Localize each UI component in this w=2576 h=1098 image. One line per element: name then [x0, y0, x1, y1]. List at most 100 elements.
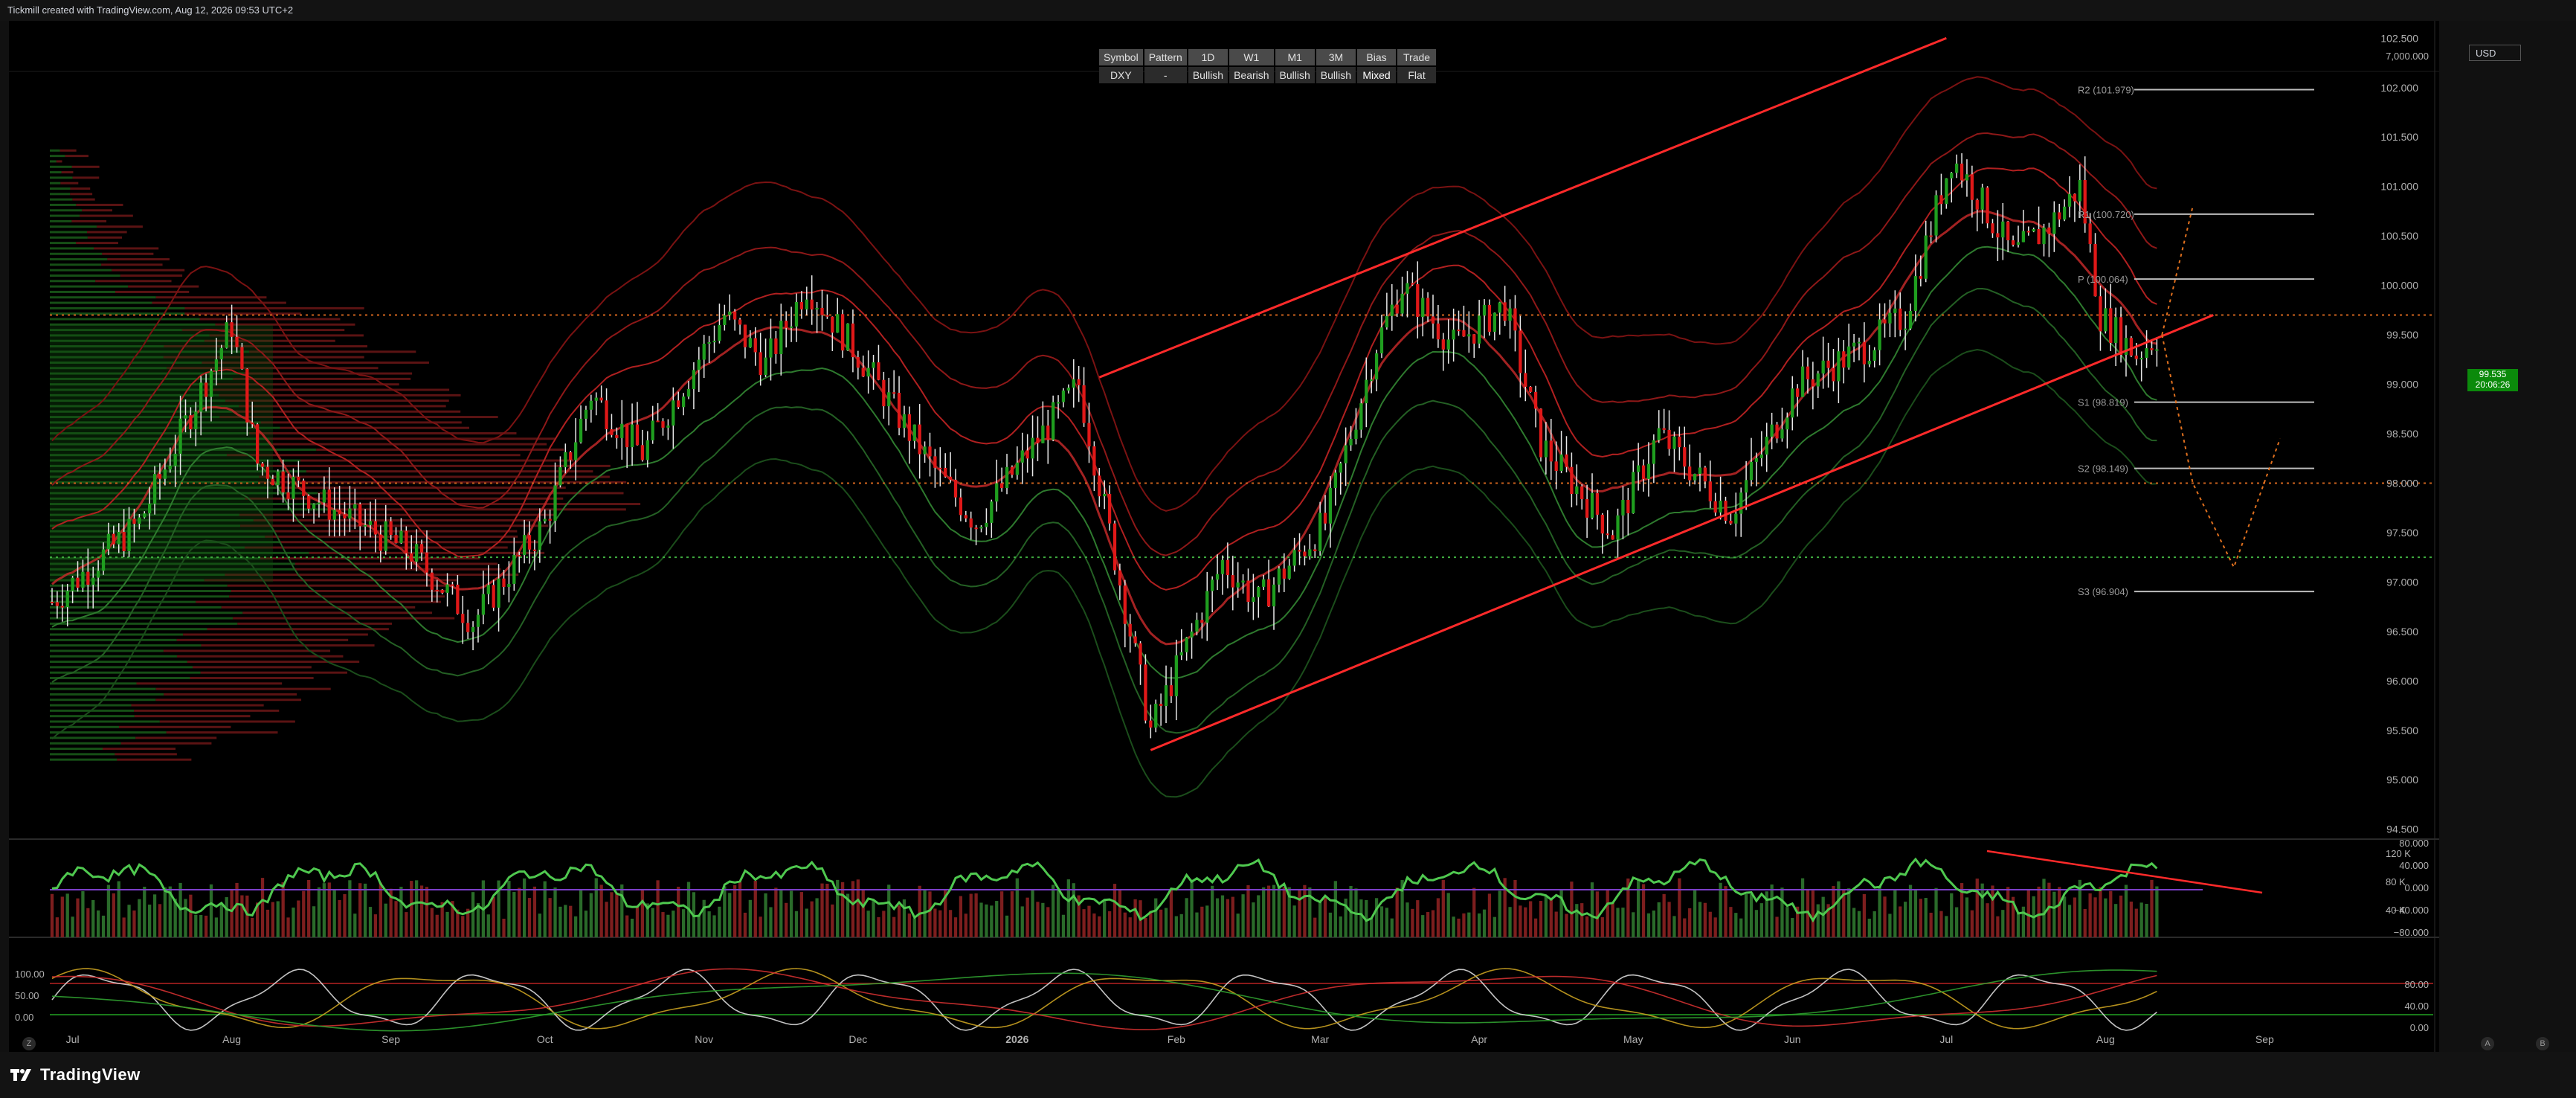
candle-body	[944, 467, 947, 477]
signal-table: Symbol Pattern 1D W1 M1 3M Bias Trade DXY - Bulli…	[1098, 48, 1437, 85]
volume-bar	[1950, 893, 1954, 937]
signal-table-cell: -	[1144, 67, 1187, 83]
volume-bar	[199, 915, 203, 937]
candle-body	[1082, 385, 1086, 423]
volume-bar	[1436, 898, 1440, 937]
candle-body	[138, 517, 141, 524]
volume-profile-bar-down	[200, 671, 347, 674]
candle-body	[1821, 360, 1825, 374]
candle-body	[65, 591, 69, 608]
volume-profile-bar-up	[50, 182, 61, 184]
volume-bar	[594, 878, 598, 937]
candle-body	[1965, 174, 1969, 181]
candle-body	[1950, 173, 1954, 179]
candle-body	[697, 359, 701, 370]
tradingview-logo[interactable]: TradingView	[10, 1065, 141, 1085]
candle-body	[1385, 315, 1389, 328]
candle-body	[1652, 440, 1655, 464]
candle-body	[1211, 580, 1214, 591]
candle-body	[1144, 664, 1147, 721]
volume-bar	[2042, 879, 2046, 937]
volume-bar	[1533, 918, 1538, 937]
volume-bar	[373, 914, 378, 937]
volume-bar	[1179, 914, 1183, 937]
volume-bar	[518, 887, 521, 937]
candle-body	[1477, 315, 1481, 344]
zoom-reset-button[interactable]: Z	[22, 1037, 36, 1050]
volume-bar	[1862, 893, 1867, 937]
candle-body	[1867, 360, 1871, 365]
volume-profile-bar-up	[50, 160, 57, 163]
volume-bar	[574, 916, 578, 937]
candle-body	[117, 531, 120, 545]
candle-body	[1678, 436, 1681, 448]
volume-bar	[1441, 880, 1445, 937]
volume-bar	[240, 895, 244, 937]
candle-body	[127, 518, 131, 551]
volume-profile-bar-up	[50, 666, 193, 669]
volume-profile-bar-up	[50, 306, 185, 309]
volume-bar	[65, 893, 69, 937]
candle-body	[892, 392, 896, 394]
candle-body	[1379, 327, 1384, 354]
volume-profile-bar-down	[306, 470, 593, 473]
candle-body	[1200, 620, 1204, 623]
volume-bar	[831, 904, 834, 937]
candle-body	[759, 352, 762, 376]
volume-profile-bar-down	[76, 242, 118, 245]
candle-body	[2129, 338, 2134, 356]
candle-body	[620, 423, 624, 438]
volume-bar	[286, 917, 290, 937]
volume-bar	[677, 886, 680, 937]
volume-bar	[1708, 911, 1712, 937]
volume-profile-bar-down	[259, 475, 610, 478]
candle-body	[1370, 379, 1374, 382]
candle-body	[1421, 298, 1425, 318]
volume-bar	[122, 917, 126, 937]
volume-profile-bar-up	[50, 214, 80, 217]
volume-profile-bar-down	[155, 699, 302, 702]
candle-body	[1072, 379, 1075, 388]
candle-body	[1688, 466, 1692, 481]
candle-body	[251, 422, 254, 425]
candle-body	[1411, 283, 1414, 285]
auto-scale-label: A	[2485, 1039, 2490, 1048]
last-price-value: 99.535	[2479, 369, 2507, 379]
volume-profile-bar-down	[103, 748, 176, 751]
volume-bar	[1924, 898, 1928, 937]
candle-body	[1046, 426, 1050, 440]
chart-area[interactable]: R2 (101.979) R1 (100.720) P (100.064) S1 (9…	[9, 21, 2521, 1052]
candle-body	[1066, 388, 1071, 391]
volume-bar	[214, 917, 219, 937]
volume-bar	[1087, 905, 1091, 937]
volume-profile-bar-up	[50, 187, 71, 190]
candle-body	[723, 315, 727, 325]
candle-body	[1098, 475, 1101, 497]
volume-bar	[892, 916, 896, 937]
volume-bar	[471, 892, 475, 937]
volume-bar	[620, 884, 624, 937]
currency-selector[interactable]: USD	[2469, 45, 2521, 61]
volume-profile-bar-up	[50, 600, 196, 603]
candle-body	[2021, 231, 2026, 243]
candle-body	[866, 367, 870, 377]
volume-bar	[1405, 902, 1409, 937]
settings-b-button[interactable]: B	[2536, 1037, 2549, 1050]
auto-scale-button[interactable]: A	[2481, 1037, 2494, 1050]
candle-body	[1559, 454, 1563, 472]
candle-body	[440, 589, 444, 593]
time-tick-label: Nov	[695, 1033, 713, 1045]
volume-bar	[2062, 896, 2067, 937]
candle-body	[1791, 388, 1794, 418]
chart-svg[interactable]: R2 (101.979) R1 (100.720) P (100.064) S1 (9…	[9, 21, 2439, 1052]
candle-body	[887, 392, 891, 407]
candle-body	[1226, 559, 1230, 576]
candle-body	[332, 510, 336, 520]
candle-body	[1986, 187, 1989, 224]
volume-profile-bar-down	[155, 296, 267, 299]
candle-body	[1698, 467, 1702, 474]
candle-body	[2067, 193, 2072, 207]
volume-bar	[414, 880, 419, 937]
volume-bar	[1164, 908, 1168, 937]
candle-body	[733, 311, 737, 320]
